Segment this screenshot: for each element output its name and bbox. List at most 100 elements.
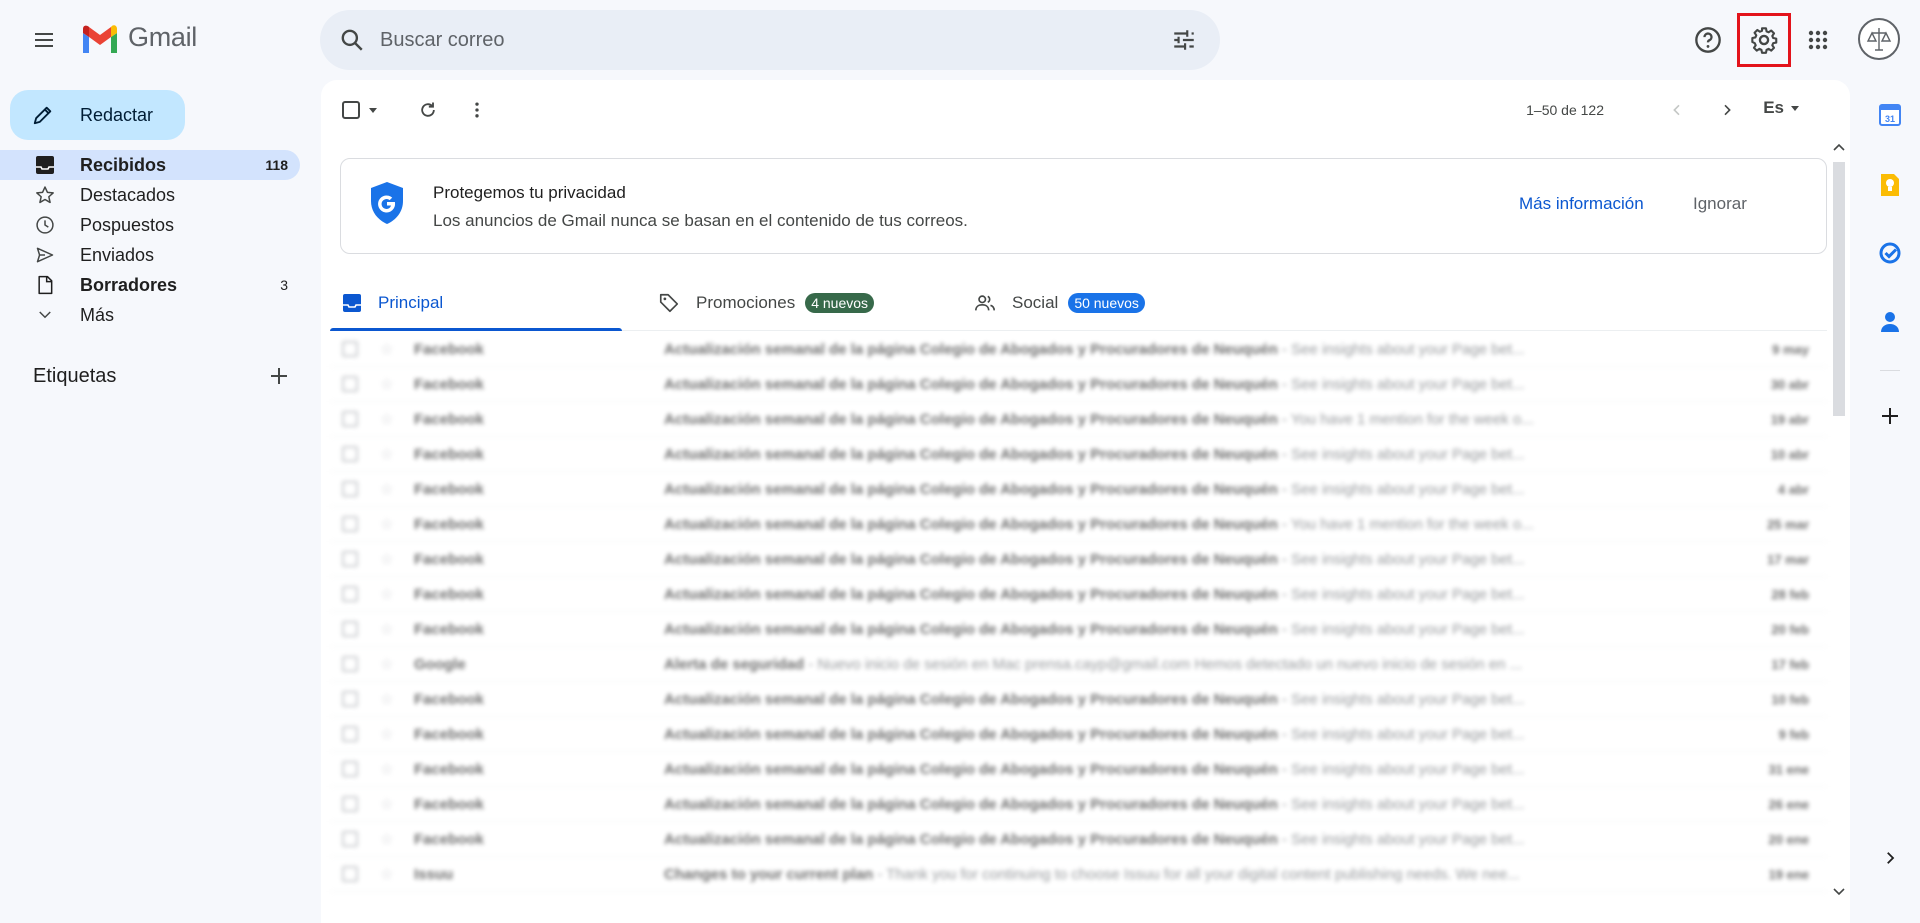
table-row[interactable]: ☆ Facebook Actualización semanal de la pág…: [330, 717, 1827, 752]
star-icon[interactable]: ☆: [380, 445, 396, 463]
row-checkbox[interactable]: [342, 586, 358, 602]
table-row[interactable]: ☆ Facebook Actualización semanal de la pág…: [330, 542, 1827, 577]
google-apps-button[interactable]: [1794, 16, 1842, 64]
row-checkbox[interactable]: [342, 726, 358, 742]
side-panel: 31: [1860, 80, 1920, 923]
more-options-button[interactable]: [457, 90, 497, 130]
settings-button[interactable]: [1737, 13, 1791, 67]
tab-principal[interactable]: Principal: [330, 275, 622, 331]
row-checkbox[interactable]: [342, 831, 358, 847]
table-row[interactable]: ☆ Facebook Actualización semanal de la pág…: [330, 507, 1827, 542]
tasks-app-button[interactable]: [1872, 235, 1908, 271]
row-checkbox[interactable]: [342, 551, 358, 567]
scroll-thumb[interactable]: [1833, 162, 1845, 416]
star-icon[interactable]: ☆: [380, 865, 396, 883]
row-checkbox[interactable]: [342, 691, 358, 707]
table-row[interactable]: ☆ Facebook Actualización semanal de la pág…: [330, 402, 1827, 437]
google-calendar-icon: 31: [1879, 104, 1901, 126]
star-icon[interactable]: ☆: [380, 795, 396, 813]
help-button[interactable]: [1684, 16, 1732, 64]
star-icon[interactable]: ☆: [380, 480, 396, 498]
privacy-text: Los anuncios de Gmail nunca se basan en …: [433, 211, 968, 230]
calendar-app-button[interactable]: 31: [1872, 97, 1908, 133]
star-icon[interactable]: ☆: [380, 725, 396, 743]
account-avatar[interactable]: [1858, 18, 1900, 60]
list-scrollbar[interactable]: [1829, 140, 1849, 903]
search-button[interactable]: [324, 12, 380, 68]
unread-count: 118: [265, 157, 288, 173]
email-snippet: Thank you for continuing to choose Issuu…: [886, 865, 1520, 883]
table-row[interactable]: ☆ Facebook Actualización semanal de la pág…: [330, 577, 1827, 612]
tab-social[interactable]: Social 50 nuevos: [962, 275, 1145, 331]
contacts-app-button[interactable]: [1872, 304, 1908, 340]
refresh-button[interactable]: [408, 90, 448, 130]
star-icon[interactable]: ☆: [380, 410, 396, 428]
email-subject-line: Actualización semanal de la página Coleg…: [664, 760, 1525, 778]
compose-button[interactable]: Redactar: [10, 90, 185, 140]
star-icon[interactable]: ☆: [380, 620, 396, 638]
row-checkbox[interactable]: [342, 866, 358, 882]
select-all-checkbox[interactable]: [333, 90, 387, 130]
row-checkbox[interactable]: [342, 796, 358, 812]
star-icon[interactable]: ☆: [380, 655, 396, 673]
star-icon[interactable]: ☆: [380, 690, 396, 708]
tab-promociones[interactable]: Promociones 4 nuevos: [646, 275, 875, 331]
table-row[interactable]: ☆ Facebook Actualización semanal de la pág…: [330, 437, 1827, 472]
star-icon[interactable]: ☆: [380, 585, 396, 603]
table-row[interactable]: ☆ Issuu Changes to your current plan - Tha…: [330, 857, 1827, 892]
table-row[interactable]: ☆ Facebook Actualización semanal de la pág…: [330, 612, 1827, 647]
scroll-down-arrow[interactable]: [1833, 885, 1845, 899]
email-sender: Facebook: [414, 410, 485, 428]
sidebar-item-more[interactable]: Más: [0, 300, 300, 330]
star-icon[interactable]: ☆: [380, 760, 396, 778]
row-checkbox[interactable]: [342, 656, 358, 672]
star-icon[interactable]: ☆: [380, 375, 396, 393]
newer-page-button[interactable]: [1657, 90, 1697, 130]
email-sender: Facebook: [414, 375, 485, 393]
add-label-button[interactable]: [265, 362, 293, 390]
main-menu-button[interactable]: [20, 16, 68, 64]
chevron-right-icon: [1887, 852, 1895, 864]
sidebar-item-sent[interactable]: Enviados: [0, 240, 300, 270]
older-page-button[interactable]: [1707, 90, 1747, 130]
email-subject-line: Actualización semanal de la página Coleg…: [664, 550, 1525, 568]
table-row[interactable]: ☆ Facebook Actualización semanal de la pág…: [330, 367, 1827, 402]
star-icon[interactable]: ☆: [380, 515, 396, 533]
row-checkbox[interactable]: [342, 341, 358, 357]
star-icon[interactable]: ☆: [380, 340, 396, 358]
sidebar-item-drafts[interactable]: Borradores 3: [0, 270, 300, 300]
sidebar-item-starred[interactable]: Destacados: [0, 180, 300, 210]
gmail-logo[interactable]: Gmail: [80, 22, 197, 53]
scroll-up-arrow[interactable]: [1833, 140, 1845, 154]
table-row[interactable]: ☆ Facebook Actualización semanal de la pág…: [330, 787, 1827, 822]
table-row[interactable]: ☆ Facebook Actualización semanal de la pág…: [330, 682, 1827, 717]
table-row[interactable]: ☆ Facebook Actualización semanal de la pág…: [330, 472, 1827, 507]
email-date: 30 abr: [1770, 376, 1809, 392]
help-icon: [1695, 27, 1721, 53]
table-row[interactable]: ☆ Facebook Actualización semanal de la pág…: [330, 752, 1827, 787]
ignore-button[interactable]: Ignorar: [1693, 194, 1747, 214]
get-addons-button[interactable]: [1872, 398, 1908, 434]
star-icon[interactable]: ☆: [380, 550, 396, 568]
star-icon[interactable]: ☆: [380, 830, 396, 848]
show-side-panel-button[interactable]: [1872, 840, 1908, 876]
input-tools-button[interactable]: Es: [1763, 98, 1800, 118]
table-row[interactable]: ☆ Facebook Actualización semanal de la pág…: [330, 332, 1827, 367]
row-checkbox[interactable]: [342, 481, 358, 497]
search-input[interactable]: [380, 10, 1156, 70]
row-checkbox[interactable]: [342, 411, 358, 427]
learn-more-link[interactable]: Más información: [1519, 194, 1644, 214]
chevron-right-icon: [1724, 104, 1731, 116]
row-checkbox[interactable]: [342, 446, 358, 462]
row-checkbox[interactable]: [342, 761, 358, 777]
table-row[interactable]: ☆ Google Alerta de seguridad - Nuevo inici…: [330, 647, 1827, 682]
row-checkbox[interactable]: [342, 621, 358, 637]
sidebar-item-snoozed[interactable]: Pospuestos: [0, 210, 300, 240]
search-options-button[interactable]: [1156, 12, 1212, 68]
sidebar-item-inbox[interactable]: Recibidos 118: [0, 150, 300, 180]
keep-app-button[interactable]: [1872, 167, 1908, 203]
row-checkbox[interactable]: [342, 516, 358, 532]
table-row[interactable]: ☆ Facebook Actualización semanal de la pág…: [330, 822, 1827, 857]
row-checkbox[interactable]: [342, 376, 358, 392]
chevron-down-icon: [1833, 888, 1845, 896]
